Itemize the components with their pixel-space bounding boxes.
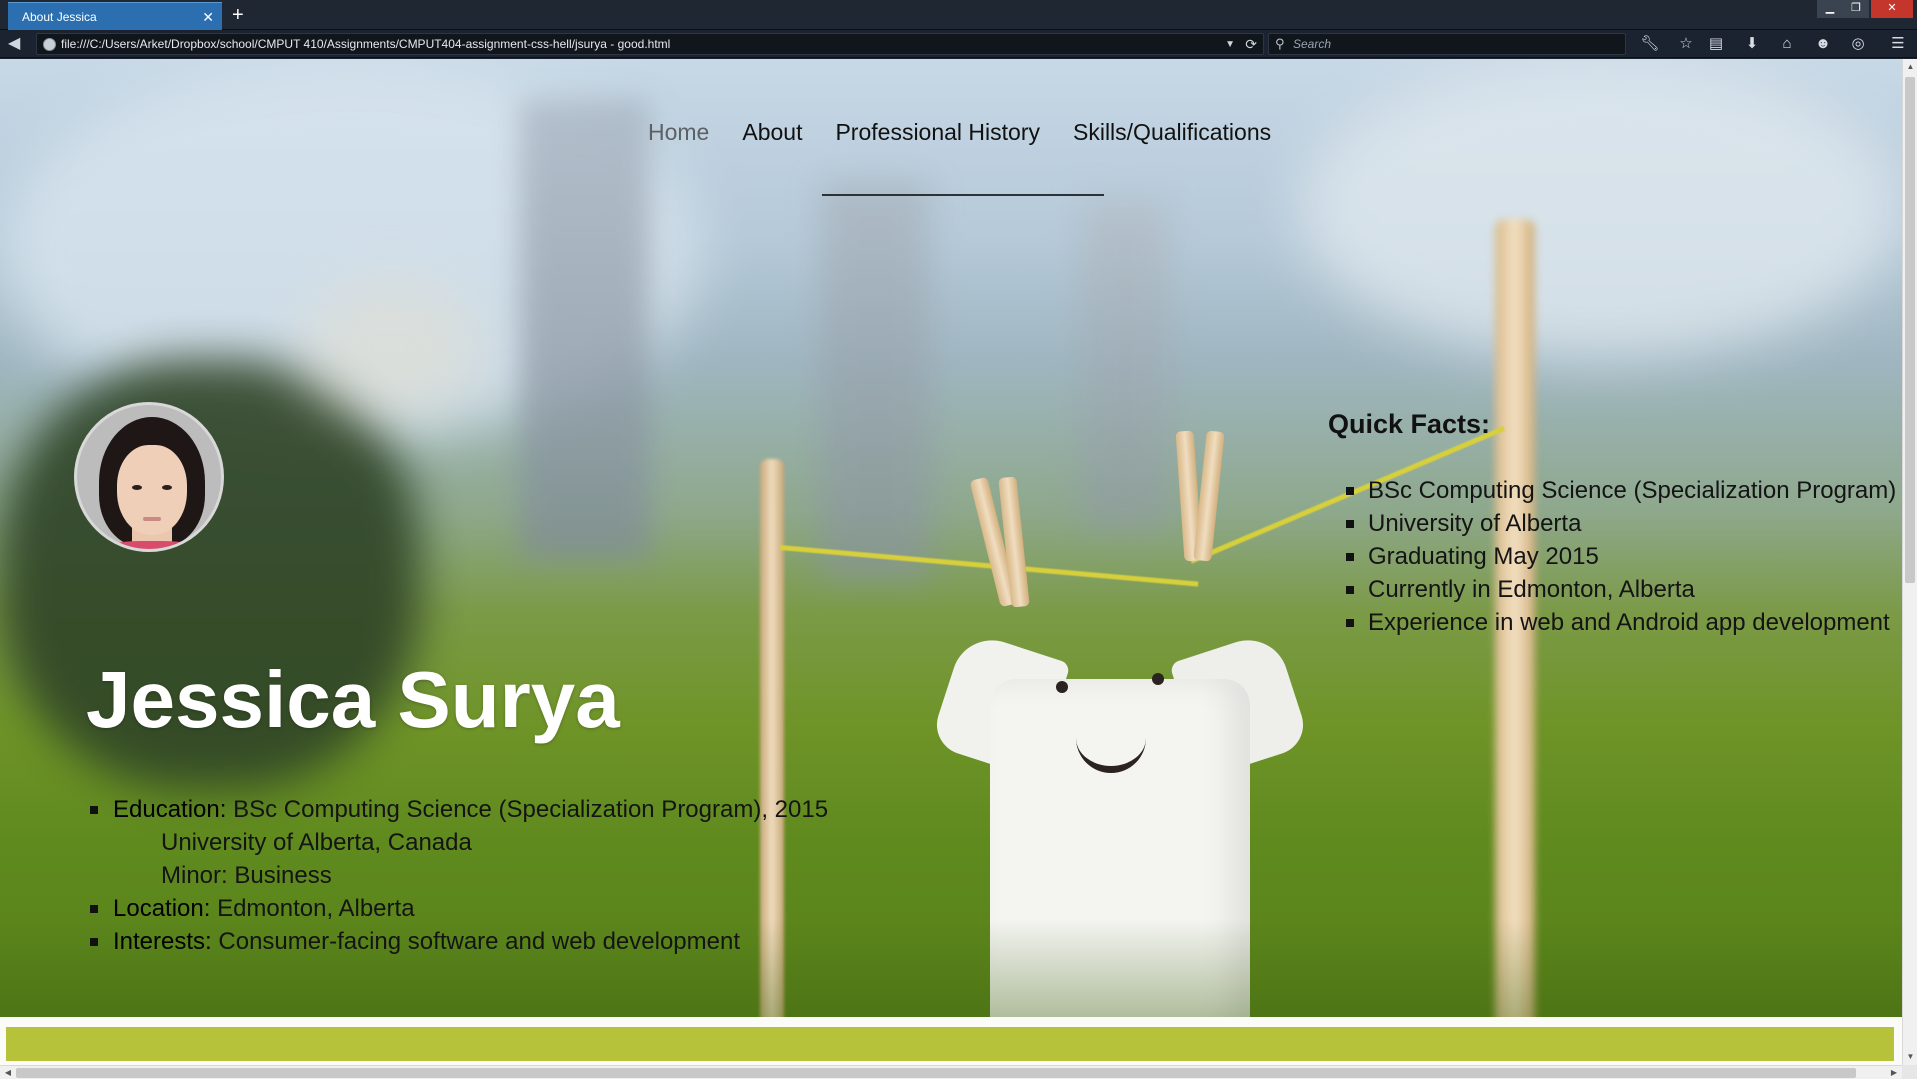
quick-facts-title: Quick Facts: <box>1328 409 1491 439</box>
menu-icon[interactable]: ☰ <box>1884 33 1912 55</box>
wrench-icon[interactable]: 🔧︎ <box>1636 33 1664 55</box>
new-tab-button[interactable]: + <box>232 1 244 29</box>
list-item: Experience in web and Android app develo… <box>1346 606 1896 639</box>
education-line: Minor: Business <box>161 862 332 889</box>
location-value: Edmonton, Alberta <box>210 895 415 922</box>
browser-toolbar: ◀ file:///C:/Users/Arket/Dropbox/school/… <box>0 30 1917 58</box>
scroll-up-icon[interactable]: ▲ <box>1903 59 1917 75</box>
site-nav: Home About Professional History Skills/Q… <box>648 119 1271 159</box>
minimize-window-button[interactable]: ▁ <box>1817 0 1843 18</box>
profile-photo <box>74 402 224 552</box>
nav-divider <box>822 194 1104 196</box>
scroll-thumb[interactable] <box>1905 77 1915 583</box>
footer-bar <box>6 1027 1894 1061</box>
list-item: Graduating May 2015 <box>1346 540 1896 573</box>
search-icon: ⚲ <box>1275 36 1285 51</box>
list-item: BSc Computing Science (Specialization Pr… <box>1346 474 1896 507</box>
education-label: Education: <box>113 796 227 823</box>
list-item: Interests: Consumer-facing software and … <box>90 925 828 958</box>
scroll-left-icon[interactable]: ◀ <box>0 1066 16 1079</box>
home-icon[interactable]: ⌂ <box>1773 33 1801 55</box>
page-viewport: Home About Professional History Skills/Q… <box>0 59 1902 1065</box>
education-value: BSc Computing Science (Specialization Pr… <box>226 796 829 823</box>
list-item: University of Alberta <box>1346 507 1896 540</box>
interests-label: Interests: <box>113 928 212 955</box>
vertical-scrollbar[interactable]: ▲ ▼ <box>1902 59 1917 1065</box>
scroll-right-icon[interactable]: ▶ <box>1886 1066 1902 1079</box>
download-icon[interactable]: ⬇ <box>1738 33 1766 55</box>
nav-skills-link[interactable]: Skills/Qualifications <box>1073 119 1271 159</box>
scroll-thumb[interactable] <box>16 1068 1856 1078</box>
horizontal-scrollbar[interactable]: ◀ ▶ <box>0 1065 1902 1079</box>
restore-window-button[interactable]: ❐ <box>1843 0 1869 18</box>
search-box[interactable]: ⚲ <box>1268 33 1626 55</box>
nav-professional-history-link[interactable]: Professional History <box>835 119 1040 159</box>
tab-strip: About Jessica ✕ + ▁ ❐ ✕ <box>0 0 1917 30</box>
dropdown-icon[interactable]: ▼ <box>1225 34 1235 55</box>
back-icon[interactable]: ◀ <box>8 33 20 55</box>
location-label: Location: <box>113 895 211 922</box>
interests-value: Consumer-facing software and web develop… <box>211 928 740 955</box>
list-item: Location: Edmonton, Alberta <box>90 892 828 925</box>
reload-icon[interactable]: ⟳ <box>1245 34 1257 55</box>
tab-title: About Jessica <box>22 10 97 24</box>
scroll-down-icon[interactable]: ▼ <box>1903 1049 1917 1065</box>
page-title: Jessica Surya <box>86 655 620 744</box>
clipboard-icon[interactable]: ▤ <box>1702 33 1730 55</box>
nav-about-link[interactable]: About <box>742 119 802 159</box>
list-item: Currently in Edmonton, Alberta <box>1346 573 1896 606</box>
scrollbar-corner <box>1902 1065 1917 1079</box>
address-bar[interactable]: file:///C:/Users/Arket/Dropbox/school/CM… <box>36 33 1264 55</box>
search-input[interactable] <box>1293 34 1613 54</box>
chat-icon[interactable]: ☻ <box>1809 33 1837 55</box>
star-icon[interactable]: ☆ <box>1672 33 1700 55</box>
bio-list: Education: BSc Computing Science (Specia… <box>90 793 828 958</box>
nav-home-link[interactable]: Home <box>648 119 709 159</box>
education-line: University of Alberta, Canada <box>161 829 472 856</box>
quick-facts-list: BSc Computing Science (Specialization Pr… <box>1346 474 1896 639</box>
addon-icon[interactable]: ◎ <box>1844 33 1872 55</box>
close-window-button[interactable]: ✕ <box>1871 0 1913 18</box>
url-text[interactable]: file:///C:/Users/Arket/Dropbox/school/CM… <box>61 34 670 55</box>
list-item: Education: BSc Computing Science (Specia… <box>90 793 828 892</box>
close-tab-icon[interactable]: ✕ <box>202 3 214 31</box>
globe-icon <box>43 38 56 51</box>
browser-tab[interactable]: About Jessica ✕ <box>8 2 222 30</box>
